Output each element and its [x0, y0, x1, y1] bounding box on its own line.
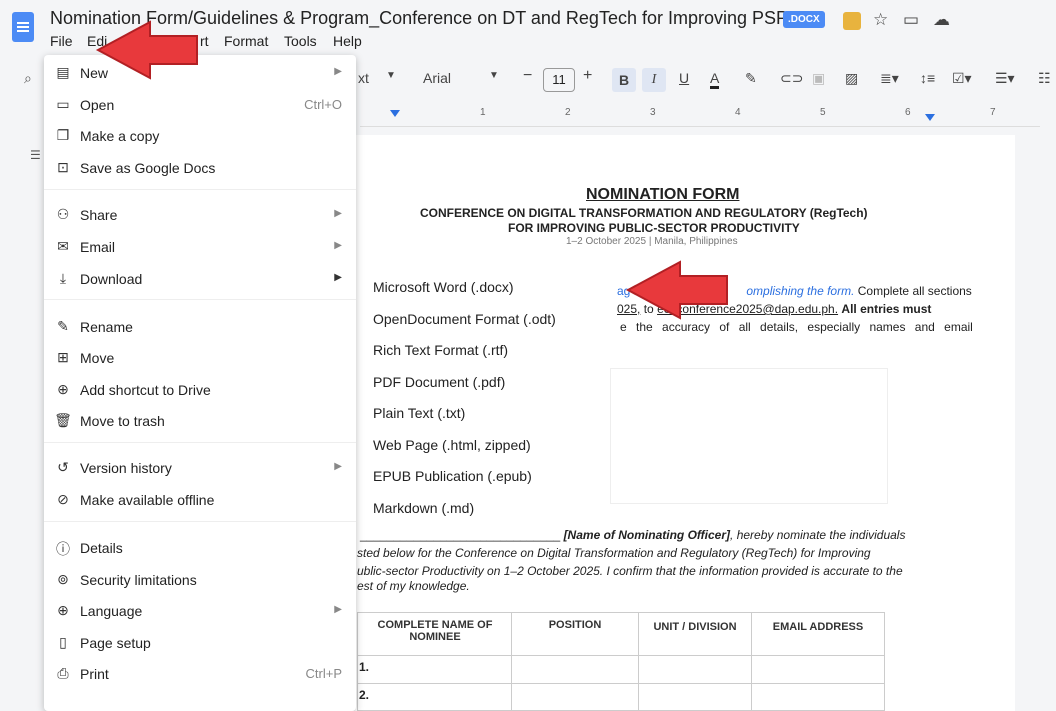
file-menu-arrow-icon	[95, 20, 198, 80]
docx-option-arrow-icon	[625, 260, 728, 320]
annotation-arrows	[95, 20, 728, 320]
